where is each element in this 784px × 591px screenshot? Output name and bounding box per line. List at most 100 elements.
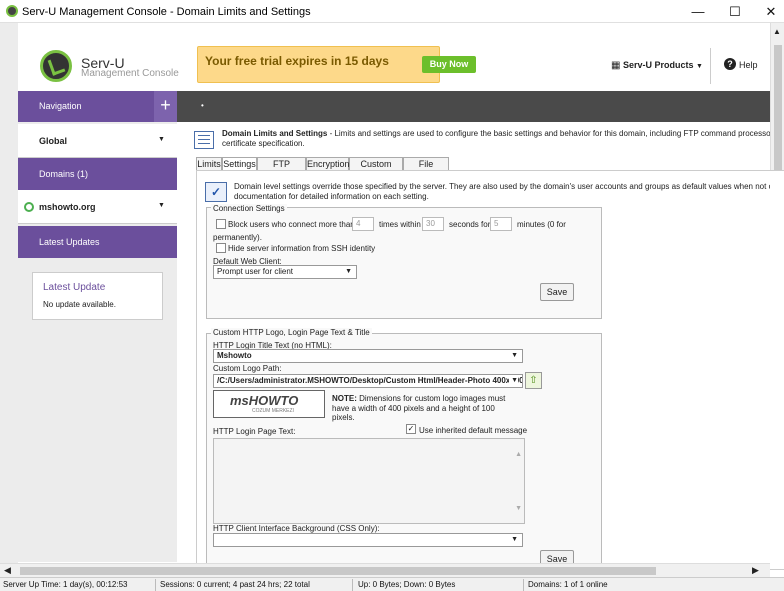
tab-limits[interactable]: Limits	[196, 157, 222, 171]
scroll-down-icon[interactable]: ▼	[515, 505, 522, 512]
block-users-label: Block users who connect more than	[228, 220, 355, 229]
products-menu[interactable]: ▦ Serv-U Products ▼	[611, 60, 703, 71]
hide-ssh-label: Hide server information from SSH identit…	[228, 244, 376, 253]
hide-ssh-checkbox[interactable]	[216, 243, 226, 253]
scroll-up-icon[interactable]: ▲	[773, 27, 781, 36]
seconds-for-label: seconds for	[449, 220, 491, 229]
logo-text: msHOWTO	[230, 393, 299, 408]
minutes-label: minutes (0 for	[517, 220, 566, 229]
custom-logo-preview: msHOWTO COZUM MERKEZI	[213, 390, 325, 418]
horizontal-scrollbar[interactable]: ◀ ▶	[0, 563, 770, 577]
domain-label: mshowto.org	[39, 202, 96, 212]
window-title: Serv-U Management Console - Domain Limit…	[22, 6, 311, 18]
tab-ftp-settings[interactable]: FTP Settings	[257, 157, 306, 181]
domain-status-icon	[24, 202, 34, 212]
settings-intro: Domain level settings override those spe…	[234, 182, 770, 202]
latest-update-title: Latest Update	[43, 282, 106, 293]
close-icon[interactable]: ✕	[756, 3, 784, 21]
tab-custom-html[interactable]: Custom HTML	[349, 157, 403, 181]
page-title: Domain Limits and Settings	[222, 129, 328, 138]
status-divider	[155, 579, 156, 591]
help-icon[interactable]: ?	[724, 58, 736, 70]
serv-u-logo-icon	[40, 50, 72, 82]
minimize-icon[interactable]: —	[683, 3, 713, 21]
grid-icon: ▦	[611, 60, 621, 71]
tab-encryption[interactable]: Encryption	[306, 157, 350, 171]
status-sessions: Sessions: 0 current; 4 past 24 hrs; 22 t…	[160, 580, 310, 589]
logo-path-select[interactable]: /C:/Users/administrator.MSHOWTO/Desktop/…	[213, 374, 523, 388]
chevron-down-icon: ▼	[158, 202, 165, 209]
status-domains: Domains: 1 of 1 online	[528, 580, 608, 589]
sidebar-item-latest-updates[interactable]: Latest Updates	[18, 226, 177, 258]
inherit-checkbox[interactable]: ✓	[406, 424, 416, 434]
buy-now-button[interactable]: Buy Now	[422, 56, 476, 73]
scroll-right-icon[interactable]: ▶	[752, 565, 759, 576]
global-label: Global	[39, 136, 68, 146]
latest-update-panel: Latest Update No update available.	[32, 272, 163, 320]
css-background-select[interactable]: ▼	[213, 533, 523, 547]
custom-http-legend: Custom HTTP Logo, Login Page Text & Titl…	[211, 328, 372, 337]
logo-subtext: COZUM MERKEZI	[252, 408, 294, 414]
tab-settings[interactable]: Settings	[222, 157, 257, 171]
block-users-checkbox[interactable]	[216, 219, 226, 229]
web-client-select[interactable]: Prompt user for client ▼	[213, 265, 357, 279]
trial-text: Your free trial expires in 15 days	[205, 54, 389, 68]
help-link[interactable]: Help	[739, 60, 758, 70]
login-page-text-label: HTTP Login Page Text:	[213, 427, 296, 436]
sidebar-item-global[interactable]: Global ▼	[18, 124, 177, 158]
logo-path-value: /C:/Users/administrator.MSHOWTO/Desktop/…	[217, 376, 523, 385]
intro-line2: documentation for detailed information o…	[234, 192, 429, 201]
products-label: Serv-U Products	[622, 60, 694, 70]
page-desc-text: - Limits and settings are used to config…	[327, 129, 770, 138]
tab-file-sharing[interactable]: File Sharing	[403, 157, 449, 181]
info-note-icon: ✓	[205, 182, 227, 202]
connection-save-button[interactable]: Save	[540, 283, 574, 301]
status-bar: Server Up Time: 1 day(s), 00:12:53 Sessi…	[0, 577, 784, 591]
latest-update-text: No update available.	[43, 300, 116, 309]
upload-icon[interactable]: ⇧	[525, 372, 542, 389]
permanently-label: permanently).	[213, 233, 262, 242]
page-desc-text2: certificate specification.	[222, 139, 305, 148]
minutes-input[interactable]: 5	[490, 217, 512, 231]
chevron-down-icon: ▼	[511, 536, 518, 543]
status-bytes: Up: 0 Bytes; Down: 0 Bytes	[358, 580, 456, 589]
chevron-down-icon: ▼	[158, 136, 165, 143]
login-title-select[interactable]: Mshowto ▼	[213, 349, 523, 363]
css-background-label: HTTP Client Interface Background (CSS On…	[213, 524, 380, 533]
chevron-down-icon: ▼	[511, 352, 518, 359]
status-uptime: Server Up Time: 1 day(s), 00:12:53	[3, 580, 128, 589]
sidebar-item-mshowto[interactable]: mshowto.org ▼	[18, 190, 177, 224]
header-divider	[710, 48, 711, 84]
scroll-up-icon[interactable]: ▲	[515, 451, 522, 458]
login-page-textarea[interactable]: ▲ ▼	[213, 438, 525, 524]
times-within-label: times within	[379, 220, 421, 229]
navigation-header: Navigation +	[18, 91, 177, 122]
chevron-down-icon: ▼	[345, 268, 352, 275]
sidebar-item-domains[interactable]: Domains (1)	[18, 158, 177, 190]
chevron-down-icon: ▼	[509, 375, 518, 387]
login-title-value: Mshowto	[217, 351, 252, 360]
nav-dot-icon: •	[201, 101, 204, 110]
logo-path-label: Custom Logo Path:	[213, 364, 282, 373]
logo-note: NOTE: Dimensions for custom logo images …	[332, 394, 522, 423]
navigation-label: Navigation	[39, 101, 82, 111]
note-bold: NOTE:	[332, 394, 357, 403]
left-window-margin	[0, 23, 18, 563]
brand-subtitle: Management Console	[81, 68, 179, 79]
maximize-icon[interactable]: ☐	[720, 3, 750, 21]
status-divider	[523, 579, 524, 591]
chevron-down-icon: ▼	[696, 63, 703, 70]
intro-line1: Domain level settings override those spe…	[234, 182, 770, 191]
scroll-left-icon[interactable]: ◀	[4, 565, 11, 576]
block-count-input[interactable]: 4	[352, 217, 374, 231]
hscroll-thumb[interactable]	[20, 567, 656, 575]
note-line3: pixels.	[332, 413, 355, 422]
add-icon[interactable]: +	[154, 91, 177, 122]
connection-settings-legend: Connection Settings	[211, 204, 287, 213]
page-description: Domain Limits and Settings - Limits and …	[222, 129, 770, 149]
status-divider	[352, 579, 353, 591]
latest-updates-label: Latest Updates	[39, 237, 100, 247]
note-line2: have a width of 400 pixels and a height …	[332, 403, 495, 413]
seconds-input[interactable]: 30	[422, 217, 444, 231]
inherit-label: Use inherited default message	[419, 426, 528, 435]
